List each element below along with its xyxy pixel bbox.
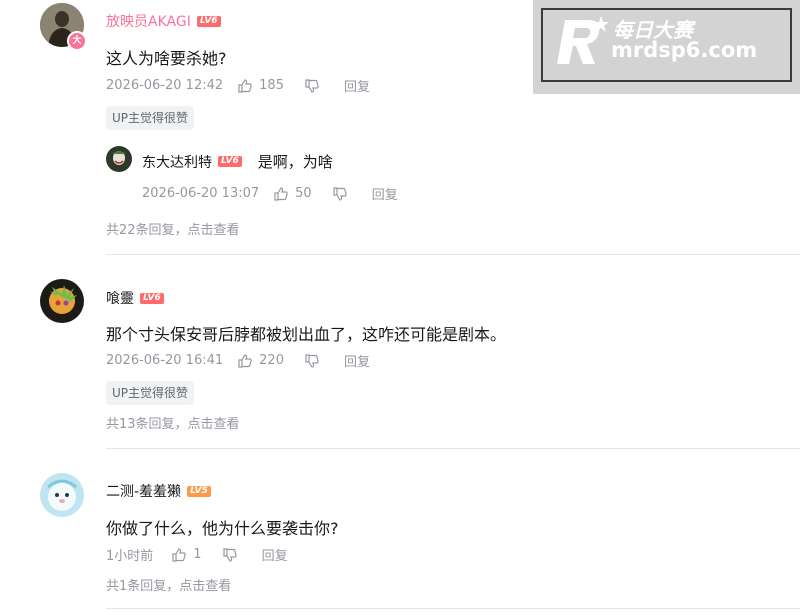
thumbs-down-icon bbox=[333, 186, 347, 201]
reply-text: 是啊，为啥 bbox=[257, 153, 333, 171]
comment-text: 你做了什么，他为什么要袭击你? bbox=[106, 519, 339, 538]
watermark: 每日大赛 mrdsp6.com bbox=[533, 0, 800, 94]
username-text[interactable]: 放映员AKAGI bbox=[106, 11, 191, 31]
watermark-url: mrdsp6.com bbox=[611, 38, 758, 62]
comment-text: 那个寸头保安哥后脖都被划出血了，这咋还可能是剧本。 bbox=[106, 325, 507, 344]
level-badge: LV6 bbox=[140, 292, 164, 304]
comment-meta: 1小时前 1 回复 bbox=[106, 545, 288, 564]
up-liked-tag: UP主觉得很赞 bbox=[106, 381, 195, 405]
reply-avatar[interactable] bbox=[106, 146, 132, 172]
like-button[interactable]: 1 bbox=[171, 547, 202, 563]
view-replies-link[interactable]: 共22条回复，点击查看 bbox=[106, 219, 240, 238]
reply-username[interactable]: 东大达利特 LV6 是啊，为啥 bbox=[142, 151, 333, 172]
dislike-button[interactable] bbox=[222, 547, 238, 563]
divider bbox=[106, 448, 800, 449]
thumbs-down-icon bbox=[305, 353, 319, 368]
like-count: 185 bbox=[259, 78, 284, 93]
dislike-button[interactable] bbox=[304, 353, 320, 369]
like-count: 1 bbox=[193, 547, 202, 562]
logo-r-icon bbox=[557, 16, 609, 64]
comment-meta: 2026-06-20 16:41 220 回复 bbox=[106, 351, 370, 370]
level-badge: LV6 bbox=[196, 15, 221, 27]
comment-text: 这人为啥要杀她? bbox=[106, 49, 227, 68]
username-text[interactable]: 喰靈 bbox=[106, 288, 134, 308]
timestamp: 2026-06-20 12:42 bbox=[106, 78, 224, 93]
reply-reply-button[interactable]: 回复 bbox=[372, 184, 398, 203]
like-button[interactable]: 220 bbox=[237, 353, 284, 369]
thumbs-up-icon bbox=[238, 78, 252, 93]
badge-icon: 大 bbox=[67, 31, 87, 51]
comment-meta: 2026-06-20 12:42 185 回复 bbox=[106, 76, 370, 95]
username[interactable]: 二测-羞羞獭 LV5 bbox=[106, 481, 211, 501]
reply-button[interactable]: 回复 bbox=[344, 76, 370, 95]
avatar[interactable] bbox=[40, 279, 84, 323]
view-replies-link[interactable]: 共13条回复，点击查看 bbox=[106, 413, 240, 432]
reply-button[interactable]: 回复 bbox=[262, 545, 288, 564]
reply-meta: 2026-06-20 13:07 50 回复 bbox=[142, 184, 398, 203]
thumbs-down-icon bbox=[305, 78, 319, 93]
username[interactable]: 放映员AKAGI LV6 bbox=[106, 11, 221, 31]
reply-username-text[interactable]: 东大达利特 bbox=[142, 152, 212, 172]
reply-button[interactable]: 回复 bbox=[344, 351, 370, 370]
divider bbox=[106, 254, 800, 255]
timestamp: 2026-06-20 16:41 bbox=[106, 353, 224, 368]
like-button[interactable]: 185 bbox=[237, 78, 284, 94]
dislike-button[interactable] bbox=[304, 78, 320, 94]
reply-timestamp: 2026-06-20 13:07 bbox=[142, 186, 260, 201]
username-text[interactable]: 二测-羞羞獭 bbox=[106, 481, 181, 501]
timestamp: 1小时前 bbox=[106, 549, 154, 564]
divider bbox=[106, 608, 800, 609]
thumbs-up-icon bbox=[238, 353, 252, 368]
thumbs-up-icon bbox=[172, 547, 187, 562]
thumbs-up-icon bbox=[274, 186, 288, 201]
up-liked-tag: UP主觉得很赞 bbox=[106, 106, 195, 130]
view-replies-link[interactable]: 共1条回复，点击查看 bbox=[106, 575, 231, 594]
level-badge: LV5 bbox=[187, 485, 211, 497]
avatar[interactable] bbox=[40, 473, 84, 517]
username[interactable]: 喰靈 LV6 bbox=[106, 288, 164, 308]
reply-like-count: 50 bbox=[295, 186, 312, 201]
reply-dislike-button[interactable] bbox=[332, 186, 348, 202]
reply-like-button[interactable]: 50 bbox=[273, 186, 312, 202]
like-count: 220 bbox=[259, 353, 284, 368]
reply-level-badge: LV6 bbox=[218, 156, 242, 167]
thumbs-down-icon bbox=[222, 547, 237, 562]
